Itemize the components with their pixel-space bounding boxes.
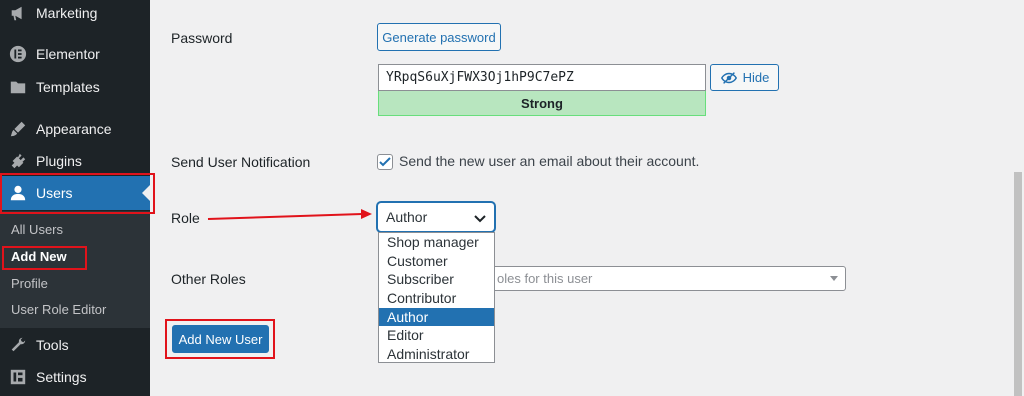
- role-label: Role: [171, 210, 200, 226]
- add-user-form: Password Generate password YRpqS6uXjFWX3…: [150, 0, 1024, 396]
- sidebar-item-label: Elementor: [36, 46, 100, 62]
- megaphone-icon: [8, 3, 28, 23]
- caret-down-icon: [830, 276, 838, 281]
- checkmark-icon: [379, 157, 391, 167]
- role-option-subscriber[interactable]: Subscriber: [379, 270, 494, 289]
- settings-icon: [8, 367, 28, 387]
- role-option-author[interactable]: Author: [379, 307, 494, 327]
- highlight-add-new: [2, 246, 87, 270]
- sidebar-item-label: Tools: [36, 337, 69, 353]
- submenu-item-profile[interactable]: Profile: [11, 276, 48, 291]
- send-notification-checkbox[interactable]: [377, 154, 393, 170]
- role-option-contributor[interactable]: Contributor: [379, 289, 494, 308]
- sidebar-item-label: Templates: [36, 79, 100, 95]
- send-notification-label: Send User Notification: [171, 154, 311, 170]
- sidebar-item-label: Appearance: [36, 121, 112, 137]
- other-roles-placeholder: oles for this user: [497, 271, 593, 286]
- sidebar-item-label: Marketing: [36, 5, 98, 21]
- submenu-item-all-users[interactable]: All Users: [11, 222, 63, 237]
- paintbrush-icon: [8, 119, 28, 139]
- folder-icon: [8, 77, 28, 97]
- wrench-icon: [8, 335, 28, 355]
- highlight-add-new-user: [165, 319, 275, 359]
- sidebar-item-elementor[interactable]: Elementor: [0, 37, 150, 71]
- role-option-editor[interactable]: Editor: [379, 326, 494, 345]
- sidebar-item-label: Settings: [36, 369, 87, 385]
- hide-label: Hide: [742, 70, 770, 85]
- other-roles-label: Other Roles: [171, 271, 246, 287]
- chevron-down-icon: [474, 215, 486, 223]
- submenu-item-user-role-editor[interactable]: User Role Editor: [11, 302, 106, 317]
- sidebar-item-settings[interactable]: Settings: [0, 360, 150, 394]
- password-input[interactable]: YRpqS6uXjFWX3Oj1hP9C7ePZ: [378, 64, 706, 91]
- role-option-administrator[interactable]: Administrator: [379, 345, 494, 364]
- send-notification-text: Send the new user an email about their a…: [399, 153, 700, 169]
- password-label: Password: [171, 30, 233, 46]
- plugin-icon: [8, 151, 28, 171]
- role-option-shop-manager[interactable]: Shop manager: [379, 233, 494, 252]
- highlight-users: [0, 173, 155, 214]
- sidebar-item-marketing[interactable]: Marketing: [0, 0, 150, 30]
- eye-slash-icon: [720, 71, 737, 84]
- password-strength-indicator: Strong: [378, 91, 706, 116]
- generate-password-button[interactable]: Generate password: [377, 23, 501, 51]
- role-dropdown-list: Shop manager Customer Subscriber Contrib…: [378, 232, 495, 363]
- elementor-icon: [8, 44, 28, 64]
- hide-password-button[interactable]: Hide: [710, 64, 779, 91]
- sidebar-item-appearance[interactable]: Appearance: [0, 112, 150, 146]
- sidebar-item-tools[interactable]: Tools: [0, 328, 150, 362]
- sidebar-item-templates[interactable]: Templates: [0, 70, 150, 104]
- role-option-customer[interactable]: Customer: [379, 252, 494, 271]
- sidebar-item-label: Plugins: [36, 153, 82, 169]
- role-selected-value: Author: [386, 209, 428, 225]
- role-select[interactable]: Author: [377, 202, 495, 232]
- scrollbar-thumb[interactable]: [1014, 172, 1022, 396]
